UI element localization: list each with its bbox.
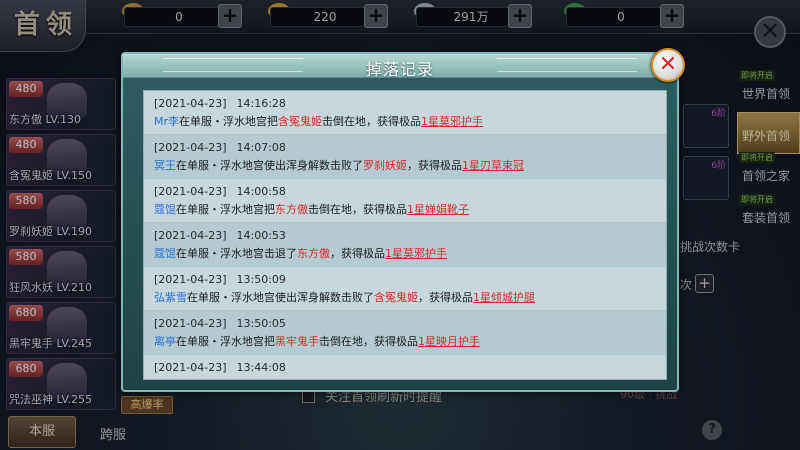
record-timestamp: [2021-04-23] 14:00:58 [154, 183, 656, 201]
record-date: [2021-04-23] [154, 273, 227, 286]
record-time: 14:07:08 [236, 141, 286, 154]
boss-name: 黑牢鬼手 [275, 335, 319, 348]
record-action: 在单服・浮水地宫使出浑身解数击败了 [187, 291, 374, 304]
record-text: 弘紫雪在单服・浮水地宫使出浑身解数击败了含冤鬼姬，获得极品1星倾城护腿 [154, 289, 656, 307]
record-date: [2021-04-23] [154, 141, 227, 154]
record-timestamp: [2021-04-23] 14:16:28 [154, 95, 656, 113]
player-name-link[interactable]: Mr李 [154, 115, 179, 128]
boss-name: 东方傲 [275, 203, 308, 216]
record-time: 13:44:08 [236, 361, 286, 374]
boss-name: 含冤鬼姬 [278, 115, 323, 128]
list-item: [2021-04-23] 13:44:08 [144, 355, 666, 379]
record-result: ，获得极品 [330, 247, 385, 260]
record-action: 在单服・浮水地宫把 [179, 115, 279, 128]
player-name-link[interactable]: 蔻馄 [154, 203, 176, 216]
record-text: Mr李在单服・浮水地宫把含冤鬼姬击倒在地，获得极品1星莫邪护手 [154, 113, 656, 131]
record-timestamp: [2021-04-23] 13:44:08 [154, 359, 656, 377]
drop-record-dialog: 掉落记录 [2021-04-23] 14:16:28 Mr李在单服・浮水地宫把含冤… [121, 52, 679, 392]
list-item: [2021-04-23] 14:00:53 蔻馄在单服・浮水地宫击退了东方傲，获得… [144, 223, 666, 267]
item-link[interactable]: 1星婵娟靴子 [407, 203, 469, 216]
record-text: 冥王在单服・浮水地宫使出浑身解数击败了罗刹妖姬，获得极品1星刃草束冠 [154, 157, 656, 175]
record-time: 13:50:09 [236, 273, 286, 286]
record-timestamp: [2021-04-23] 13:50:05 [154, 315, 656, 333]
boss-name: 罗刹妖姬 [363, 159, 407, 172]
record-result: 击倒在地，获得极品 [319, 335, 418, 348]
player-name-link[interactable]: 蔻馄 [154, 247, 176, 260]
record-action: 在单服・浮水地宫把 [176, 203, 275, 216]
item-link[interactable]: 1星倾城护腿 [473, 291, 535, 304]
player-name-link[interactable]: 弘紫雪 [154, 291, 187, 304]
item-link[interactable]: 1星莫邪护手 [421, 115, 483, 128]
record-action: 在单服・浮水地宫击退了 [176, 247, 297, 260]
record-time: 13:50:05 [236, 317, 286, 330]
record-result: 击倒在地，获得极品 [308, 203, 407, 216]
list-item: [2021-04-23] 14:07:08 冥王在单服・浮水地宫使出浑身解数击败了… [144, 135, 666, 179]
record-text: 蔻馄在单服・浮水地宫把东方傲击倒在地，获得极品1星婵娟靴子 [154, 201, 656, 219]
record-timestamp: [2021-04-23] 13:50:09 [154, 271, 656, 289]
record-result: ，获得极品 [407, 159, 462, 172]
item-link[interactable]: 1星刃草束冠 [462, 159, 524, 172]
record-result: ，获得极品 [418, 291, 473, 304]
record-result: 击倒在地，获得极品 [322, 115, 422, 128]
list-item: [2021-04-23] 13:50:05 离亭在单服・浮水地宫把黑牢鬼手击倒在地… [144, 311, 666, 355]
record-time: 14:00:53 [236, 229, 286, 242]
player-name-link[interactable]: 离亭 [154, 335, 176, 348]
player-name-link[interactable]: 冥王 [154, 159, 176, 172]
record-text: 蔻馄在单服・浮水地宫击退了东方傲，获得极品1星莫邪护手 [154, 245, 656, 263]
record-text: 离亭在单服・浮水地宫把黑牢鬼手击倒在地，获得极品1星映月护手 [154, 333, 656, 351]
drop-record-list[interactable]: [2021-04-23] 14:16:28 Mr李在单服・浮水地宫把含冤鬼姬击倒在… [143, 90, 667, 380]
record-action: 在单服・浮水地宫把 [176, 335, 275, 348]
boss-name: 东方傲 [297, 247, 330, 260]
record-date: [2021-04-23] [154, 317, 227, 330]
record-date: [2021-04-23] [154, 229, 227, 242]
dialog-header: 掉落记录 [123, 54, 677, 79]
list-item: [2021-04-23] 13:50:09 弘紫雪在单服・浮水地宫使出浑身解数击败… [144, 267, 666, 311]
record-timestamp: [2021-04-23] 14:07:08 [154, 139, 656, 157]
boss-name: 含冤鬼姬 [374, 291, 418, 304]
record-time: 14:16:28 [236, 97, 286, 110]
dialog-title: 掉落记录 [365, 60, 434, 79]
record-timestamp: [2021-04-23] 14:00:53 [154, 227, 656, 245]
record-date: [2021-04-23] [154, 185, 227, 198]
item-link[interactable]: 1星映月护手 [418, 335, 480, 348]
list-item: [2021-04-23] 14:16:28 Mr李在单服・浮水地宫把含冤鬼姬击倒在… [144, 91, 666, 135]
record-date: [2021-04-23] [154, 97, 227, 110]
list-item: [2021-04-23] 14:00:58 蔻馄在单服・浮水地宫把东方傲击倒在地，… [144, 179, 666, 223]
close-icon: ✕ [658, 52, 678, 77]
record-action: 在单服・浮水地宫使出浑身解数击败了 [176, 159, 363, 172]
record-time: 14:00:58 [236, 185, 286, 198]
item-link[interactable]: 1星莫邪护手 [385, 247, 447, 260]
close-dialog-button[interactable]: ✕ [651, 48, 685, 82]
record-date: [2021-04-23] [154, 361, 227, 374]
